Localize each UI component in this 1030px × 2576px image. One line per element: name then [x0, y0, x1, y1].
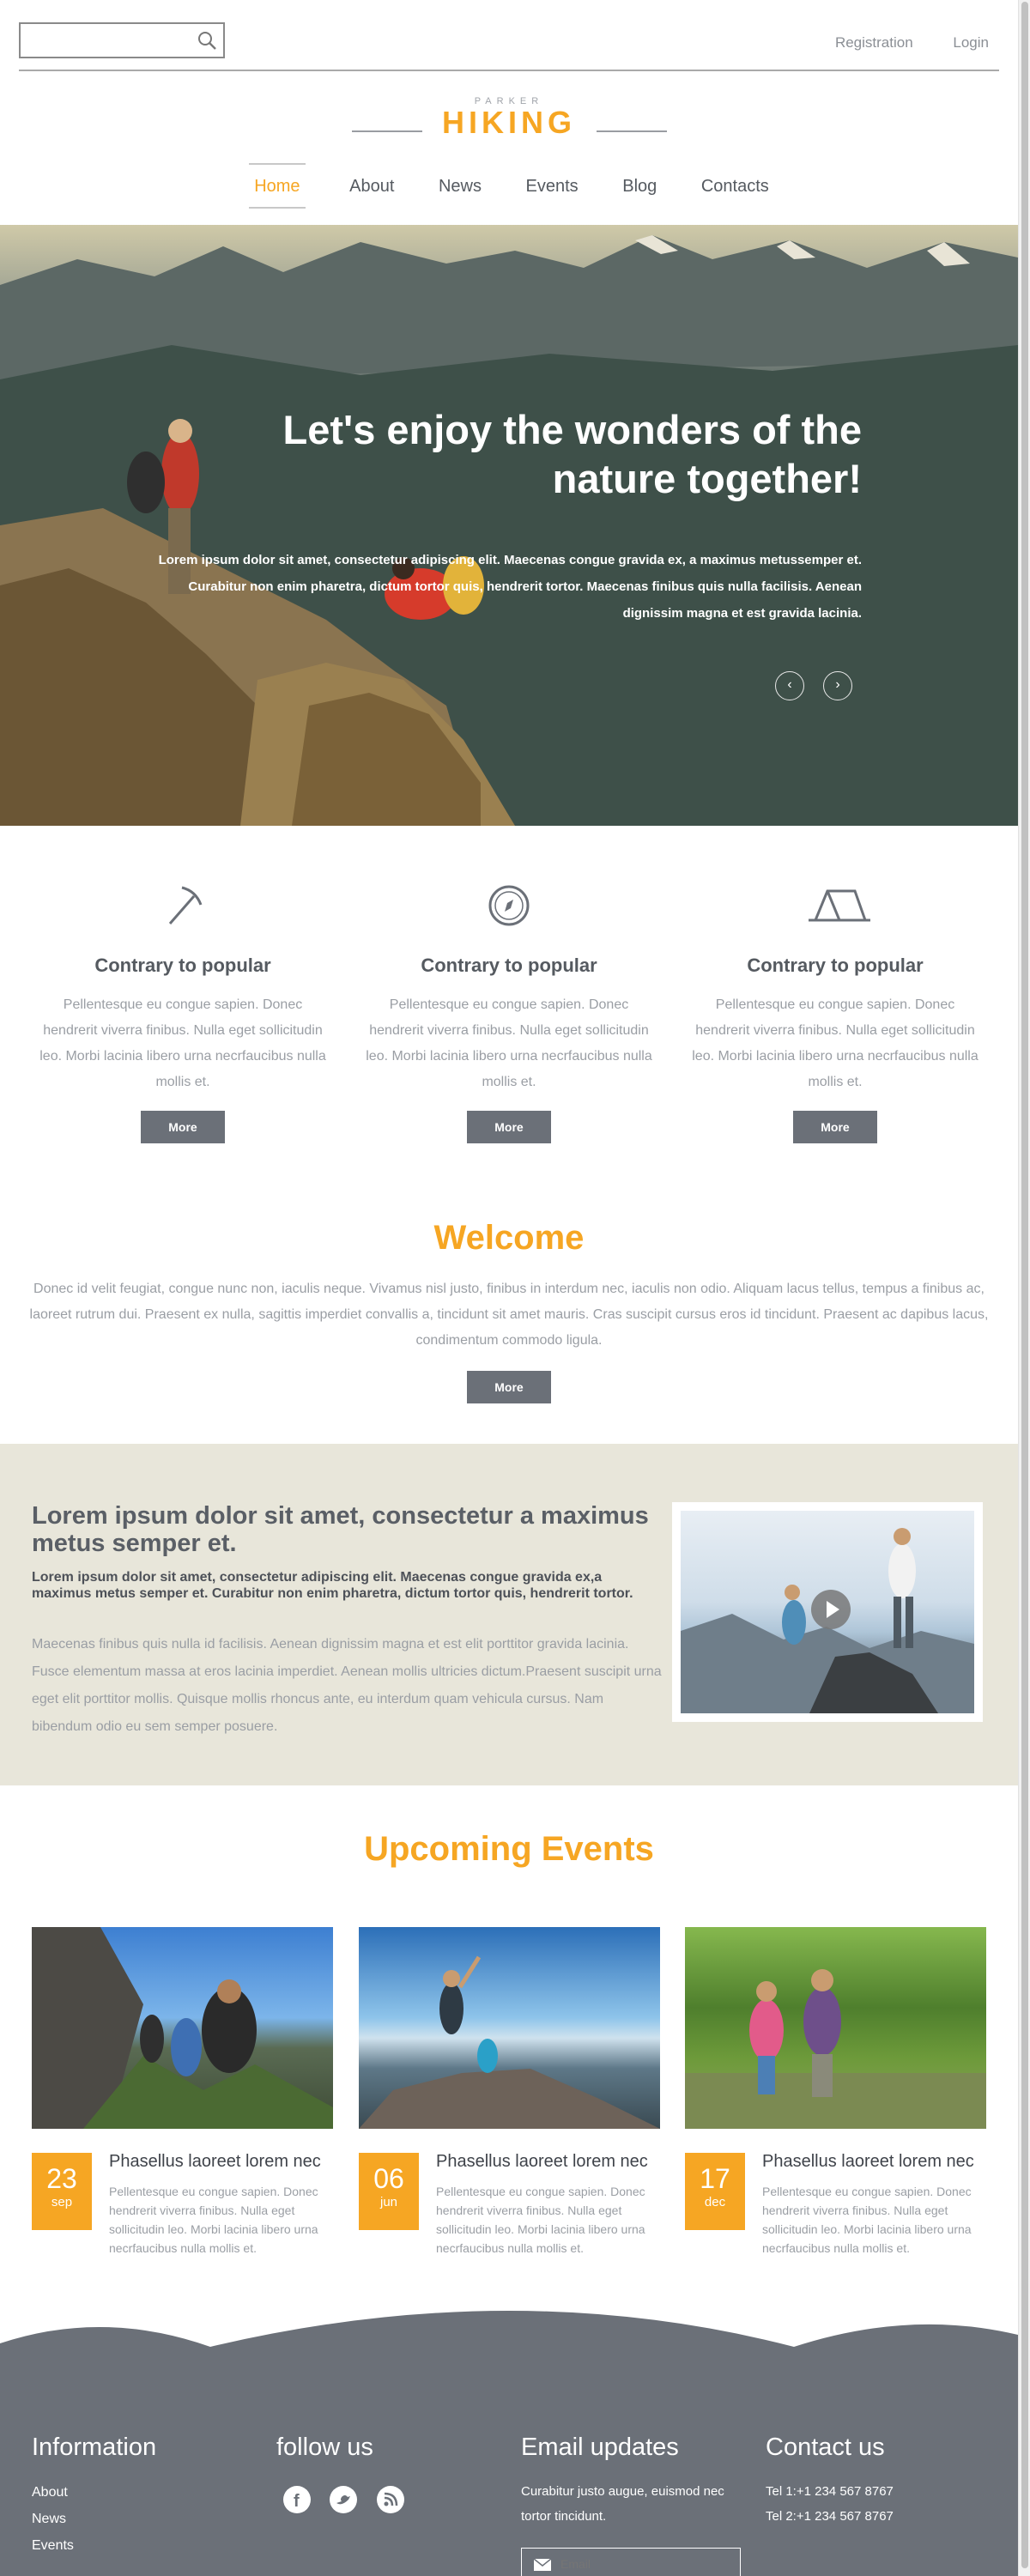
event-month: sep [51, 2195, 73, 2209]
event-date: 17 dec [685, 2153, 745, 2230]
chevron-left-icon[interactable]: ‹ [775, 671, 804, 700]
feature-title: Contrary to popular [747, 955, 924, 976]
feature-card: Contrary to popular Pellentesque eu cong… [346, 867, 672, 1143]
event-text: Pellentesque eu congue sapien. Donec hen… [109, 2185, 318, 2255]
band-lead: Lorem ipsum dolor sit amet, consectetur … [32, 1570, 633, 1601]
video-image [681, 1511, 974, 1713]
event-text: Pellentesque eu congue sapien. Donec hen… [436, 2185, 645, 2255]
logo-line-right [597, 130, 667, 132]
event-photo[interactable] [359, 1927, 660, 2129]
footer-link-events[interactable]: Events [32, 2532, 255, 2559]
page: Registration Login PARKER HIKING Home Ab… [0, 0, 1018, 2576]
search-icon[interactable] [196, 29, 218, 52]
logo-title: HIKING [442, 105, 576, 140]
event-date: 23 sep [32, 2153, 92, 2230]
event-title[interactable]: Phasellus laoreet lorem nec [762, 2152, 994, 2172]
event-card: 06 jun Phasellus laoreet lorem nec Pelle… [359, 1927, 660, 2255]
top-bar: Registration Login [19, 22, 999, 71]
more-button[interactable]: More [793, 1111, 877, 1143]
tent-icon [672, 867, 998, 944]
footer-email-title: Email updates [521, 2434, 679, 2461]
nav-item-about[interactable]: About [349, 163, 394, 207]
feature-card: Contrary to popular Pellentesque eu cong… [672, 867, 998, 1143]
welcome-more-button[interactable]: More [467, 1371, 551, 1403]
login-link[interactable]: Login [953, 34, 989, 51]
event-day: 06 [373, 2163, 404, 2194]
hero-title: Let's enjoy the wonders of the nature to… [282, 407, 862, 501]
event-photo[interactable] [32, 1927, 333, 2129]
facebook-icon[interactable]: f [283, 2486, 311, 2513]
nav-item-contacts[interactable]: Contacts [701, 163, 769, 207]
search-box[interactable] [19, 22, 225, 58]
footer-link-news[interactable]: News [32, 2506, 255, 2532]
feature-text: Pellentesque eu congue sapien. Donec hen… [366, 997, 652, 1089]
about-band: Lorem ipsum dolor sit amet, consectetur … [0, 1444, 1018, 1785]
search-input[interactable] [26, 29, 189, 52]
compass-icon [346, 867, 672, 944]
feature-title: Contrary to popular [421, 955, 597, 976]
scrollbar-thumb[interactable] [1021, 2, 1028, 2568]
registration-link[interactable]: Registration [835, 34, 913, 51]
main-nav: Home About News Events Blog Contacts [0, 163, 1018, 209]
more-button[interactable]: More [141, 1111, 225, 1143]
hero-slider: Let's enjoy the wonders of the nature to… [0, 225, 1018, 826]
events-title: Upcoming Events [364, 1830, 654, 1868]
scrollbar[interactable] [1018, 0, 1030, 2576]
footer-link-about[interactable]: About [32, 2479, 255, 2506]
footer: Information About News Events follow us … [0, 2309, 1018, 2576]
welcome-section: Welcome Donec id velit feugiat, congue n… [0, 1219, 1018, 1403]
nav-item-blog[interactable]: Blog [622, 163, 657, 207]
more-button[interactable]: More [467, 1111, 551, 1143]
event-card: 17 dec Phasellus laoreet lorem nec Pelle… [685, 1927, 986, 2255]
video-thumbnail[interactable] [672, 1502, 983, 1722]
feature-text: Pellentesque eu congue sapien. Donec hen… [692, 997, 978, 1089]
email-input[interactable] [560, 2557, 732, 2571]
event-title[interactable]: Phasellus laoreet lorem nec [109, 2152, 341, 2172]
pickaxe-icon [20, 867, 346, 944]
feature-text: Pellentesque eu congue sapien. Donec hen… [39, 997, 326, 1089]
contact-tel-2: Tel 2:+1 234 567 8767 [766, 2509, 894, 2524]
welcome-title: Welcome [433, 1219, 585, 1257]
event-date: 06 jun [359, 2153, 419, 2230]
event-month: dec [704, 2195, 726, 2209]
feature-card: Contrary to popular Pellentesque eu cong… [20, 867, 346, 1143]
event-day: 23 [46, 2163, 77, 2194]
footer-follow-title: follow us [276, 2434, 373, 2461]
band-text: Maecenas finibus quis nulla id facilisis… [32, 1637, 662, 1734]
event-day: 17 [700, 2163, 730, 2194]
rss-icon[interactable] [376, 2486, 404, 2513]
account-links: Registration Login [799, 34, 989, 52]
footer-contact: Contact us Tel 1:+1 234 567 8767 Tel 2:+… [766, 2434, 989, 2529]
footer-contact-title: Contact us [766, 2434, 885, 2461]
contact-tel-1: Tel 1:+1 234 567 8767 [766, 2484, 894, 2499]
footer-follow: follow us f [276, 2434, 500, 2518]
band-title: Lorem ipsum dolor sit amet, consectetur … [32, 1502, 649, 1557]
hero-text: Lorem ipsum dolor sit amet, consectetur … [158, 553, 862, 621]
nav-item-home[interactable]: Home [249, 163, 306, 209]
hero-image [0, 235, 1018, 826]
feature-title: Contrary to popular [94, 955, 271, 976]
footer-email: Email updates Curabitur justo augue, eui… [521, 2434, 744, 2576]
play-icon[interactable] [811, 1590, 851, 1629]
event-text: Pellentesque eu congue sapien. Donec hen… [762, 2185, 972, 2255]
event-month: jun [379, 2195, 398, 2209]
event-title[interactable]: Phasellus laoreet lorem nec [436, 2152, 668, 2172]
welcome-text: Donec id velit feugiat, congue nunc non,… [29, 1282, 989, 1348]
nav-item-news[interactable]: News [439, 163, 482, 207]
site-logo[interactable]: PARKER HIKING [0, 96, 1018, 141]
logo-line-left [352, 130, 422, 132]
footer-email-text: Curabitur justo augue, euismod nec torto… [521, 2484, 724, 2524]
email-field[interactable] [521, 2548, 741, 2576]
footer-information-title: Information [32, 2434, 157, 2461]
event-card: 23 sep Phasellus laoreet lorem nec Pelle… [32, 1927, 333, 2255]
svg-text:f: f [294, 2492, 300, 2511]
event-photo[interactable] [685, 1927, 986, 2129]
envelope-icon [534, 2559, 551, 2571]
nav-item-events[interactable]: Events [526, 163, 579, 207]
footer-information: Information About News Events [32, 2434, 255, 2559]
chevron-right-icon[interactable]: › [823, 671, 852, 700]
twitter-icon[interactable] [330, 2486, 358, 2513]
